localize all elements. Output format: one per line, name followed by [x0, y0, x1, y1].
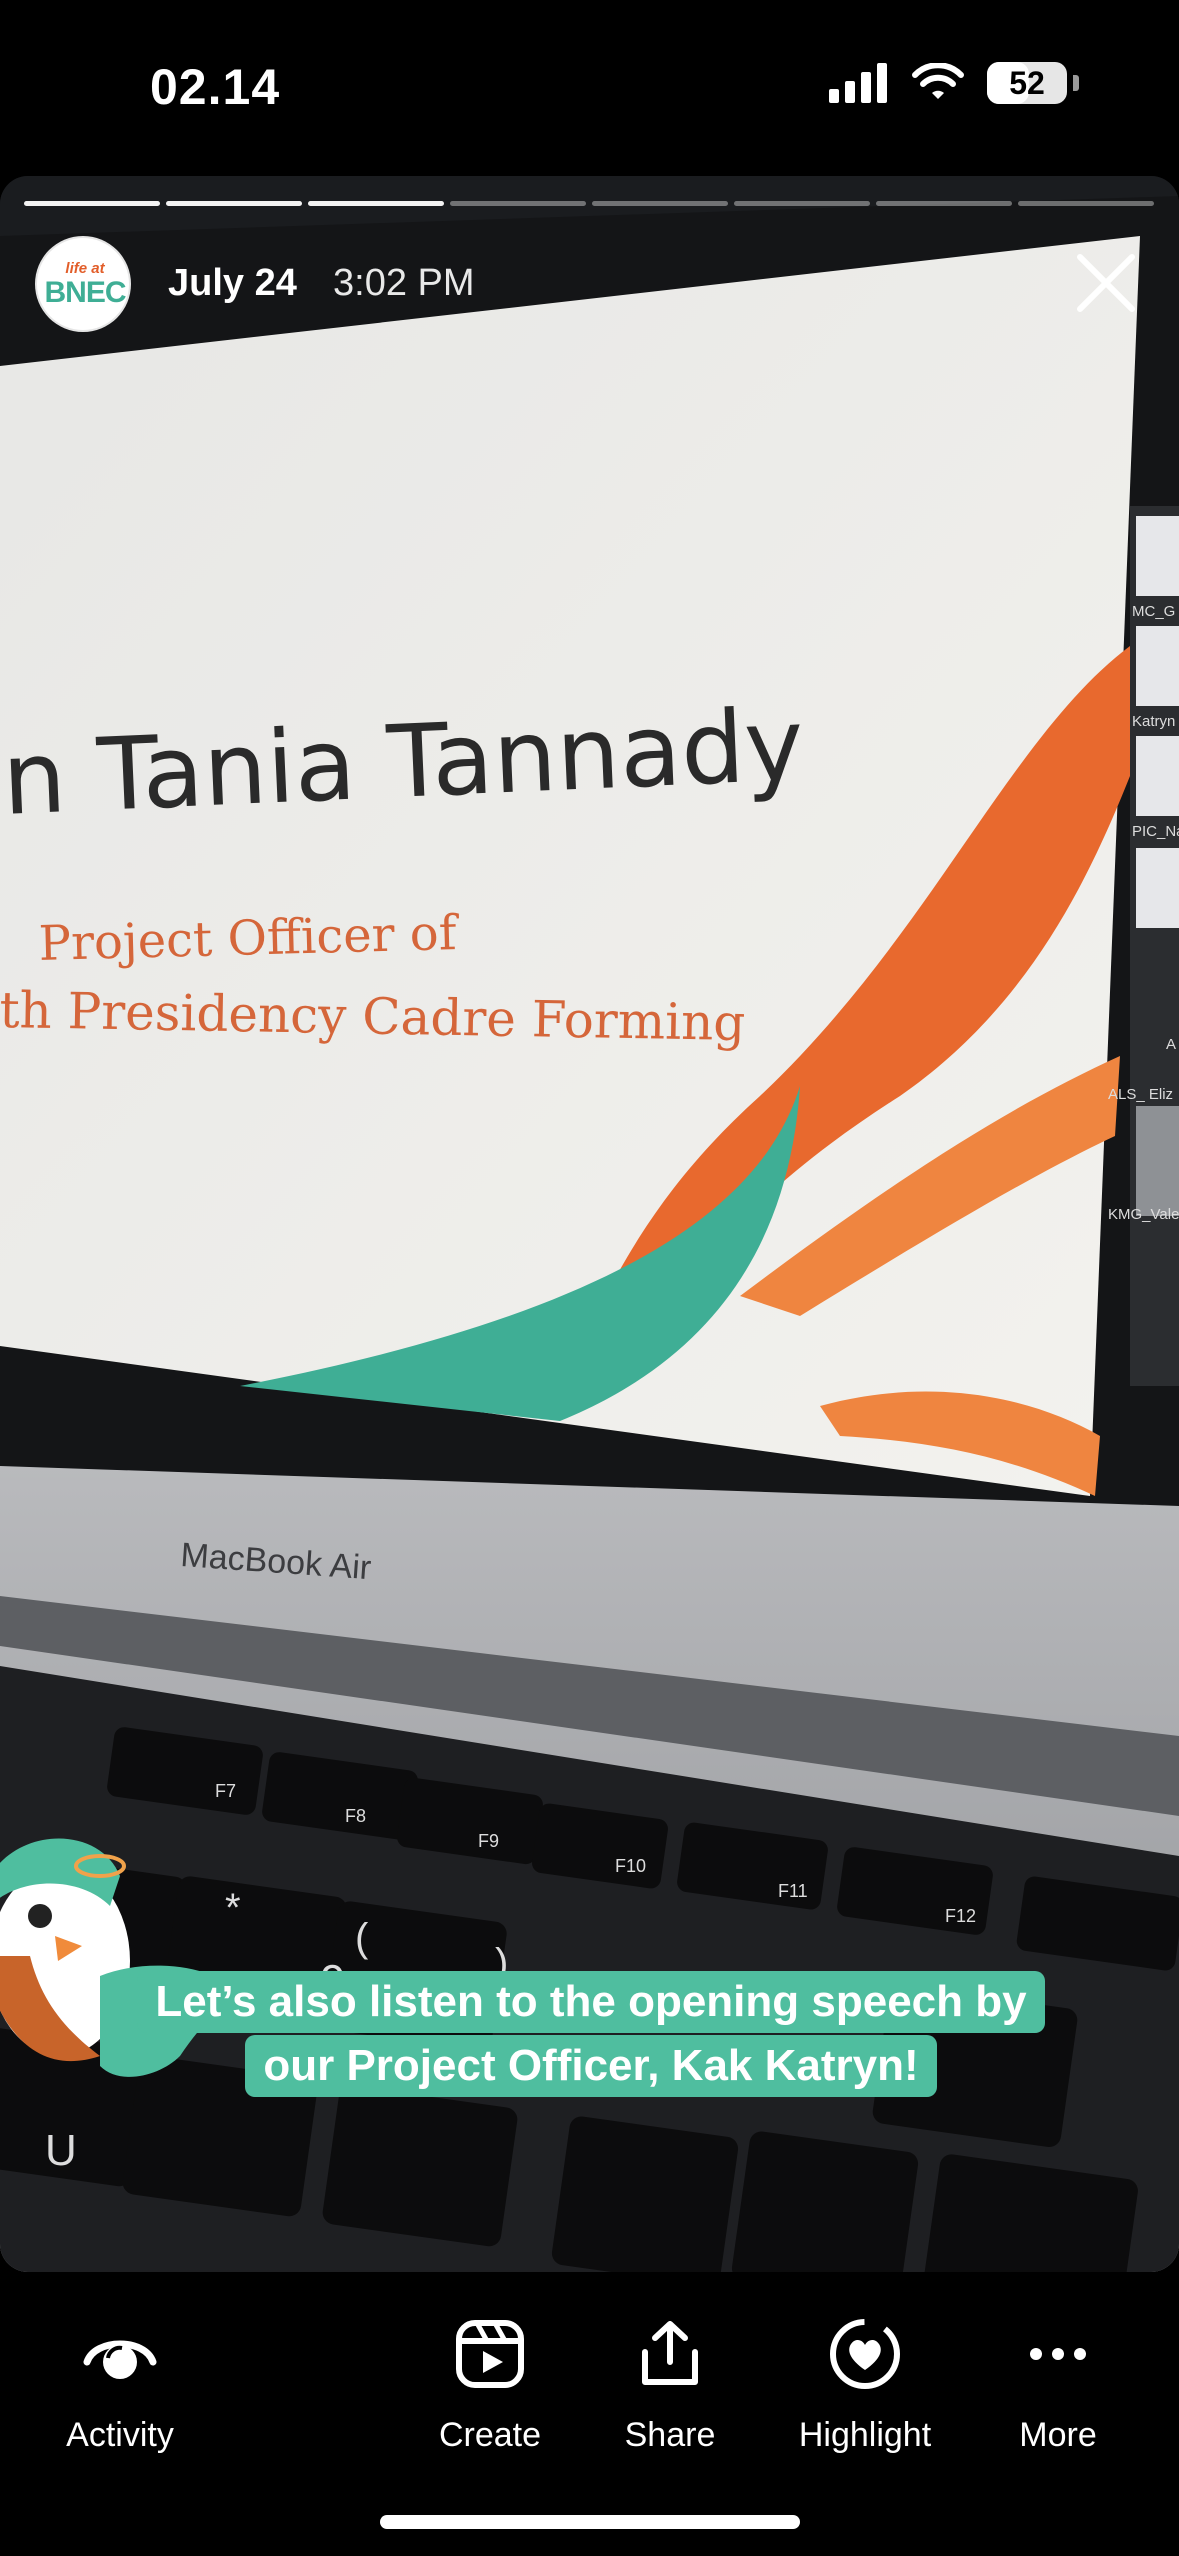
- key-f12: F12: [945, 1906, 977, 1926]
- activity-button[interactable]: Activity: [20, 2312, 220, 2455]
- home-indicator[interactable]: [380, 2515, 800, 2529]
- participant-label: ALS_ Eliz: [1108, 1086, 1174, 1103]
- participant-label: Katryn: [1132, 713, 1176, 730]
- participant-label: PIC_Na: [1132, 823, 1179, 840]
- caption-line-1: Let’s also listen to the opening speech …: [137, 1971, 1045, 2033]
- story-header: life at BNEC July 24 3:02 PM: [35, 230, 1145, 340]
- battery-icon: 52: [987, 62, 1067, 104]
- progress-segment: [450, 201, 586, 206]
- key-asterisk: *: [225, 1886, 241, 1930]
- story-toolbar: Activity Create Share Highlight More: [0, 2272, 1179, 2472]
- battery-cap: [1073, 75, 1079, 91]
- create-label: Create: [438, 2416, 542, 2454]
- cellular-signal-icon: [829, 63, 887, 103]
- highlight-button[interactable]: Highlight: [765, 2312, 965, 2455]
- share-button[interactable]: Share: [570, 2312, 770, 2455]
- key-f9: F9: [478, 1831, 500, 1851]
- story-time: 3:02 PM: [333, 262, 475, 304]
- key-f7: F7: [215, 1781, 237, 1801]
- key-u: U: [45, 2126, 77, 2175]
- activity-label: Activity: [66, 2416, 174, 2454]
- progress-segment: [876, 201, 1012, 206]
- status-time: 02.14: [150, 59, 281, 115]
- story-caption: Let’s also listen to the opening speech …: [96, 1971, 1086, 2097]
- participant-label: MC_G: [1132, 603, 1176, 620]
- story-photo: [0, 176, 1179, 2272]
- avatar-logo-small: life at: [65, 260, 105, 277]
- reels-icon: [456, 2320, 524, 2388]
- story-progress-bar: [24, 201, 1154, 206]
- slide-role-line1: Project Officer of: [38, 905, 458, 972]
- more-button[interactable]: More: [958, 2312, 1158, 2455]
- progress-segment: [1018, 201, 1154, 206]
- more-label: More: [1019, 2416, 1097, 2454]
- close-button[interactable]: [1067, 244, 1145, 322]
- key-f8: F8: [345, 1806, 367, 1826]
- progress-segment: [24, 201, 160, 206]
- caption-line-2: our Project Officer, Kak Katryn!: [245, 2035, 937, 2097]
- battery-level: 52: [1009, 65, 1045, 101]
- more-dots-icon: [1030, 2348, 1086, 2360]
- highlight-heart-icon: [830, 2319, 900, 2389]
- progress-segment: [592, 201, 728, 206]
- participant-label: KMG_Vale: [1108, 1206, 1179, 1223]
- share-icon: [642, 2321, 698, 2385]
- activity-eye-icon: [83, 2340, 157, 2379]
- progress-segment: [166, 201, 302, 206]
- story-date: July 24: [168, 262, 297, 304]
- key-f11: F11: [778, 1881, 808, 1901]
- highlight-label: Highlight: [798, 2416, 932, 2454]
- key-f10: F10: [615, 1856, 647, 1876]
- avatar-logo-big: BNEC: [44, 276, 126, 309]
- story-viewer[interactable]: n Tania Tannady Project Officer of th Pr…: [0, 176, 1179, 2272]
- progress-segment: [308, 201, 444, 206]
- create-button[interactable]: Create: [390, 2312, 590, 2455]
- progress-segment: [734, 201, 870, 206]
- participant-label: A: [1166, 1036, 1177, 1053]
- status-icons: 52: [829, 62, 1079, 104]
- share-label: Share: [624, 2416, 716, 2454]
- account-avatar[interactable]: life at BNEC: [35, 236, 131, 332]
- wifi-icon: [912, 63, 964, 99]
- key-paren-open: (: [355, 1916, 369, 1960]
- status-bar: 02.14 52: [0, 0, 1179, 175]
- close-icon: [1077, 254, 1135, 312]
